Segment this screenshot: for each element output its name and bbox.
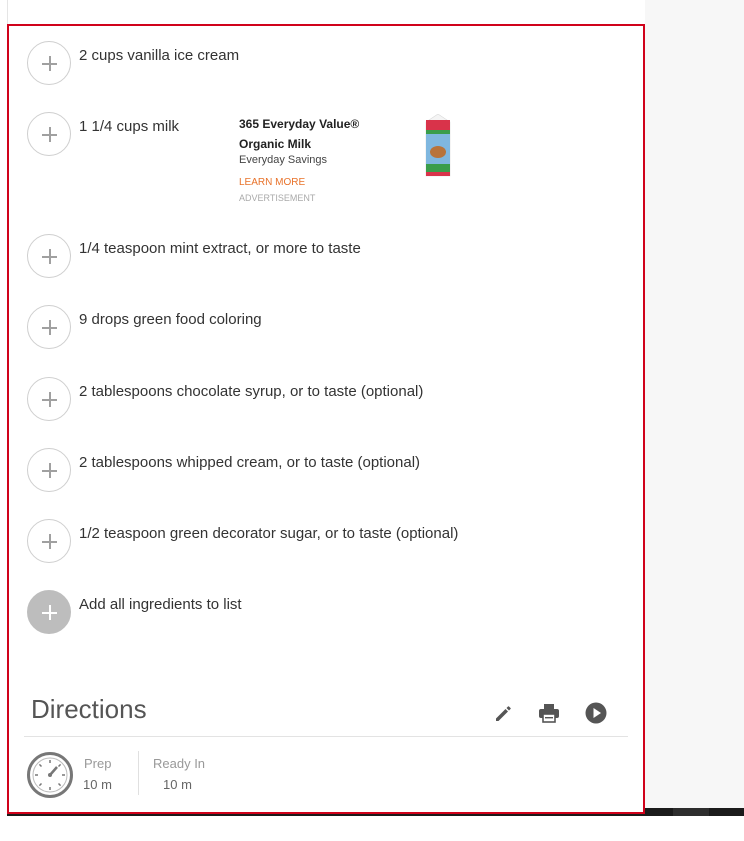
add-ingredient-icon[interactable] bbox=[27, 41, 71, 85]
ready-in-label: Ready In bbox=[153, 756, 206, 771]
add-ingredient-icon[interactable] bbox=[27, 112, 71, 156]
recipe-ingredients-section: 2 cups vanilla ice cream 1 1/4 cups milk… bbox=[7, 24, 645, 814]
timer-icon bbox=[27, 752, 73, 798]
play-icon[interactable] bbox=[585, 702, 607, 724]
milk-carton-image[interactable] bbox=[424, 114, 452, 178]
ready-in-value: 10 m bbox=[163, 777, 192, 792]
add-ingredient-icon[interactable] bbox=[27, 448, 71, 492]
ad-block[interactable]: 365 Everyday Value® Organic Milk Everyda… bbox=[239, 114, 469, 214]
ad-title[interactable]: 365 Everyday Value® Organic Milk bbox=[239, 114, 404, 154]
add-ingredient-icon[interactable] bbox=[27, 377, 71, 421]
ingredient-text: 9 drops green food coloring bbox=[79, 311, 262, 328]
ingredient-text: 2 cups vanilla ice cream bbox=[79, 47, 240, 64]
bottom-bar-block bbox=[673, 808, 709, 816]
top-strip bbox=[7, 0, 647, 24]
add-all-icon[interactable] bbox=[27, 590, 71, 634]
add-ingredient-icon[interactable] bbox=[27, 234, 71, 278]
add-ingredient-icon[interactable] bbox=[27, 519, 71, 563]
printer-icon[interactable] bbox=[538, 702, 560, 724]
directions-heading: Directions bbox=[31, 694, 147, 724]
ingredient-text: 1/4 teaspoon mint extract, or more to ta… bbox=[79, 240, 361, 257]
ingredient-text: 1 1/4 cups milk bbox=[79, 118, 180, 135]
prep-value: 10 m bbox=[83, 777, 112, 792]
add-all-label: Add all ingredients to list bbox=[79, 596, 242, 613]
prep-label: Prep bbox=[84, 756, 112, 771]
ad-subtitle: Everyday Savings bbox=[239, 154, 328, 166]
add-ingredient-icon[interactable] bbox=[27, 305, 71, 349]
ad-learn-more-link[interactable]: LEARN MORE bbox=[239, 177, 305, 188]
ingredient-text: 2 tablespoons chocolate syrup, or to tas… bbox=[79, 383, 424, 400]
pencil-icon[interactable] bbox=[492, 702, 514, 724]
ingredient-text: 1/2 teaspoon green decorator sugar, or t… bbox=[79, 525, 459, 542]
directions-divider bbox=[24, 736, 628, 737]
ingredient-text: 2 tablespoons whipped cream, or to taste… bbox=[79, 454, 421, 471]
ad-label: ADVERTISEMENT bbox=[239, 193, 316, 203]
time-separator bbox=[138, 751, 139, 795]
right-side-panel bbox=[645, 0, 744, 808]
